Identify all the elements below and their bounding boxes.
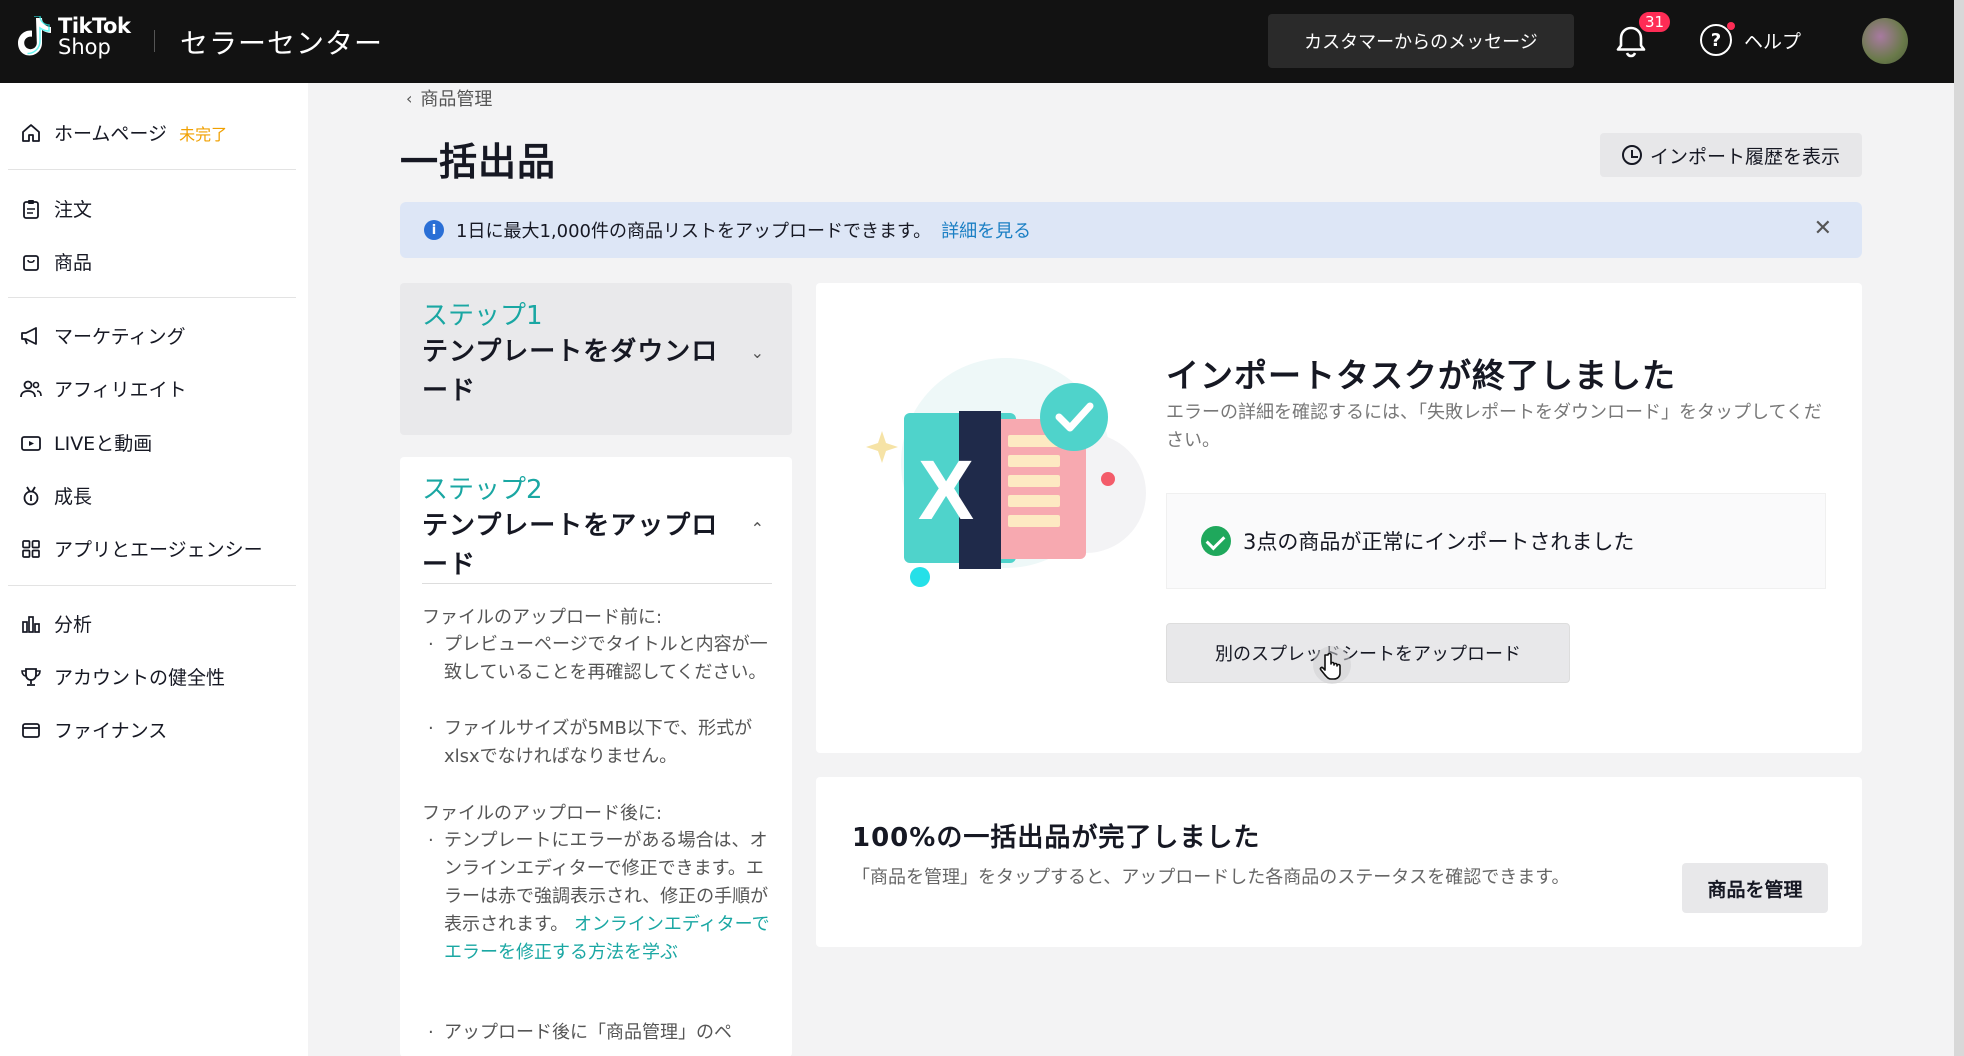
trophy-icon (20, 666, 42, 688)
breadcrumb-label: 商品管理 (420, 89, 493, 110)
video-icon (20, 432, 42, 454)
megaphone-icon (20, 325, 42, 347)
learn-more-link[interactable]: 詳細を見る (941, 217, 1031, 243)
close-icon[interactable]: ✕ (1814, 216, 1832, 241)
clock-icon (1621, 145, 1642, 165)
breadcrumb[interactable]: ‹ 商品管理 (406, 85, 492, 111)
wallet-icon (20, 719, 42, 741)
step2-name: テンプレートをアップロード (422, 511, 719, 580)
sidebar-item-account-health[interactable]: アカウントの健全性 (20, 663, 225, 690)
window-edge (1954, 0, 1964, 1056)
svg-text:X: X (918, 443, 974, 537)
home-icon (20, 122, 42, 144)
logo-line1: TikTok (58, 14, 131, 38)
sidebar-item-marketing[interactable]: マーケティング (20, 322, 185, 349)
medal-icon (20, 485, 42, 507)
page-title: 一括出品 (400, 140, 557, 184)
main-content: ‹ 商品管理 一括出品 インポート履歴を表示 i 1日に最大1,000件の商品リ… (308, 83, 1954, 1056)
hand-cursor-icon (1313, 646, 1351, 684)
help-label: ヘルプ (1744, 30, 1802, 53)
incomplete-tag: 未完了 (179, 124, 228, 144)
before-note-1: プレビューページでタイトルと内容が一致していることを再確認してください。 (422, 631, 772, 687)
step2-number: ステップ2 (422, 475, 543, 505)
result-description: エラーの詳細を確認するには、「失敗レポートをダウンロード」をタップしてください。 (1166, 402, 1822, 451)
sidebar-item-label: 分析 (54, 614, 93, 636)
customer-messages-button[interactable]: カスタマーからのメッセージ (1268, 14, 1574, 68)
before-note-2: ファイルサイズが5MB以下で、形式がxlsxでなければなりません。 (422, 715, 772, 771)
success-text: 3点の商品が正常にインポートされました (1243, 530, 1635, 554)
help-alert-dot (1727, 22, 1735, 30)
sidebar-item-label: アプリとエージェンシー (54, 539, 263, 561)
grid-icon (20, 538, 42, 560)
info-text: 1日に最大1,000件の商品リストをアップロードできます。 (456, 221, 932, 242)
import-history-label: インポート履歴を表示 (1649, 145, 1840, 168)
clipboard-icon (20, 198, 42, 220)
app-title: セラーセンター (180, 27, 384, 60)
sidebar-item-orders[interactable]: 注文 (20, 195, 92, 222)
info-banner: i 1日に最大1,000件の商品リストをアップロードできます。 詳細を見る ✕ (400, 202, 1862, 258)
sidebar-item-affiliate[interactable]: アフィリエイト (20, 375, 187, 402)
after-note-1: テンプレートにエラーがある場合は、オンラインエディターで修正できます。エラーは赤… (422, 827, 772, 967)
completion-card: 100%の一括出品が完了しました 「商品を管理」をタップすると、アップロードした… (816, 777, 1862, 947)
chevron-up-icon[interactable]: ⌃ (751, 519, 764, 538)
completion-title: 100%の一括出品が完了しました (852, 823, 1261, 853)
chevron-down-icon[interactable]: ⌄ (751, 343, 764, 362)
sidebar-item-analytics[interactable]: 分析 (20, 610, 92, 637)
tiktok-shop-logo[interactable]: TikTok Shop (18, 14, 131, 59)
sidebar-item-products[interactable]: 商品 (20, 248, 92, 275)
step1-panel[interactable]: ステップ1 テンプレートをダウンロード ⌄ (400, 283, 792, 435)
step1-name: テンプレートをダウンロード (422, 337, 719, 406)
bag-icon (20, 251, 42, 273)
logo-line2: Shop (58, 35, 111, 59)
sidebar-item-label: LIVEと動画 (54, 433, 153, 455)
completion-description: 「商品を管理」をタップすると、アップロードした各商品のステータスを確認できます。 (852, 867, 1570, 888)
excel-import-illustration: X (866, 358, 1146, 587)
sidebar-item-live-video[interactable]: LIVEと動画 (20, 429, 152, 456)
top-bar: TikTok Shop セラーセンター カスタマーからのメッセージ 31 ? ヘ… (0, 0, 1954, 83)
sidebar-item-label: アカウントの健全性 (54, 667, 226, 689)
success-message-box: 3点の商品が正常にインポートされました (1166, 493, 1826, 589)
notification-count-badge: 31 (1637, 10, 1673, 34)
sidebar-item-label: ファイナンス (54, 720, 168, 742)
chevron-left-icon: ‹ (406, 88, 413, 108)
sidebar-item-growth[interactable]: 成長 (20, 482, 92, 509)
check-circle-icon (1201, 526, 1231, 556)
info-icon: i (424, 220, 444, 240)
sidebar-item-apps-agencies[interactable]: アプリとエージェンシー (20, 535, 263, 562)
sidebar: ホームページ 未完了 注文 商品 マーケティング アフィリエイト LIVEと動画… (0, 83, 308, 1056)
divider (422, 583, 772, 584)
step2-panel: ステップ2 テンプレートをアップロード ⌃ ファイルのアップロード前に: プレビ… (400, 457, 792, 1056)
import-history-button[interactable]: インポート履歴を表示 (1600, 133, 1862, 177)
result-title: インポートタスクが終了しました (1166, 356, 1676, 395)
sidebar-item-label: アフィリエイト (54, 379, 187, 401)
sidebar-divider (8, 169, 296, 170)
sidebar-item-home[interactable]: ホームページ 未完了 (20, 119, 227, 146)
sidebar-item-label: 注文 (54, 199, 93, 221)
sidebar-divider (8, 297, 296, 298)
sidebar-item-label: ホームページ (54, 123, 168, 145)
sidebar-item-finance[interactable]: ファイナンス (20, 716, 167, 743)
sidebar-item-label: 商品 (54, 252, 93, 274)
help-question-icon: ? (1700, 22, 1735, 56)
sidebar-item-label: 成長 (54, 486, 93, 508)
help-button[interactable]: ? ヘルプ (1700, 22, 1802, 56)
import-result-card: X インポートタスクが終了しました エラーの詳細を確認するには、「失敗レポートを… (816, 283, 1862, 753)
after-upload-heading: ファイルのアップロード後に: (422, 803, 663, 824)
upload-another-spreadsheet-button[interactable]: 別のスプレッドシートをアップロード (1166, 623, 1570, 683)
sidebar-item-label: マーケティング (54, 326, 186, 348)
before-upload-heading: ファイルのアップロード前に: (422, 607, 663, 628)
logo-divider (154, 30, 155, 52)
step1-number: ステップ1 (422, 301, 543, 331)
sidebar-divider (8, 585, 296, 586)
after-note-2: アップロード後に「商品管理」のペ (422, 1019, 772, 1047)
people-icon (20, 378, 42, 400)
manage-products-button[interactable]: 商品を管理 (1682, 863, 1828, 913)
bar-chart-icon (20, 613, 42, 635)
tiktok-logo-icon (18, 16, 51, 56)
avatar[interactable] (1862, 18, 1908, 64)
